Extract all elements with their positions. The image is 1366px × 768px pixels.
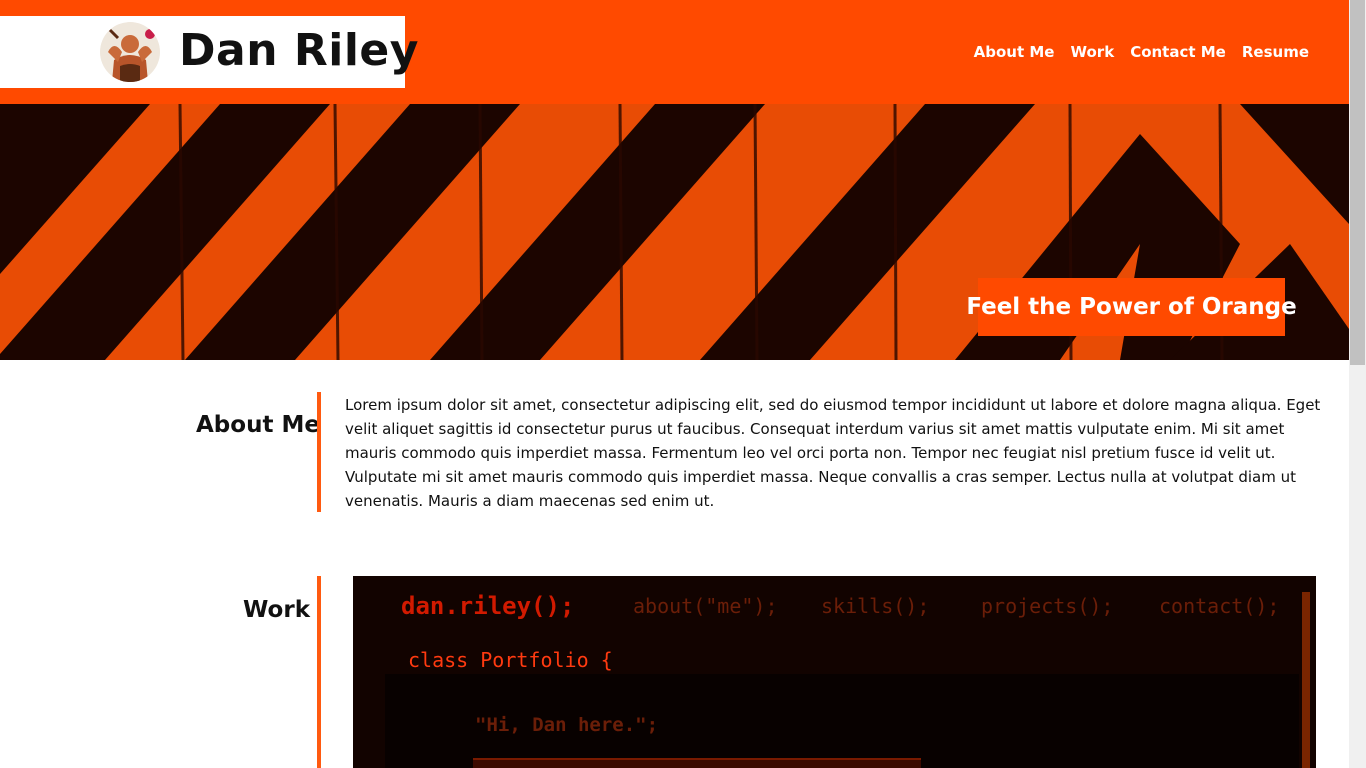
main-nav: About Me Work Contact Me Resume — [974, 43, 1309, 61]
nav-about-me[interactable]: About Me — [974, 43, 1055, 61]
work-title: Work — [243, 597, 310, 623]
about-text: Lorem ipsum dolor sit amet, consectetur … — [345, 396, 1321, 510]
code-inner-panel: "Hi, Dan here."; — [385, 674, 1299, 768]
nav-contact-me[interactable]: Contact Me — [1130, 43, 1226, 61]
site-title: Dan Riley — [179, 25, 419, 76]
code-link-contact[interactable]: contact(); — [1159, 594, 1279, 618]
page-scrollbar-thumb[interactable] — [1350, 0, 1365, 365]
logo-box[interactable]: Dan Riley — [0, 16, 418, 88]
hero-tagline: Feel the Power of Orange — [966, 278, 1297, 336]
code-photo — [473, 758, 921, 768]
nav-work[interactable]: Work — [1070, 43, 1114, 61]
code-link-about[interactable]: about("me"); — [633, 594, 778, 618]
about-title: About Me — [196, 412, 320, 438]
work-divider — [317, 576, 321, 768]
work-preview-panel[interactable]: dan.riley(); about("me"); skills(); proj… — [353, 576, 1316, 768]
panel-scrollbar[interactable] — [1302, 592, 1310, 768]
code-link-projects[interactable]: projects(); — [981, 594, 1113, 618]
code-greeting: "Hi, Dan here."; — [475, 714, 659, 736]
nav-resume[interactable]: Resume — [1242, 43, 1309, 61]
code-link-skills[interactable]: skills(); — [821, 594, 929, 618]
avatar — [100, 22, 160, 82]
about-divider — [317, 392, 321, 512]
code-class-line: class Portfolio { — [408, 648, 613, 672]
code-brand: dan.riley(); — [401, 592, 575, 620]
site-header: Dan Riley About Me Work Contact Me Resum… — [0, 0, 1349, 104]
